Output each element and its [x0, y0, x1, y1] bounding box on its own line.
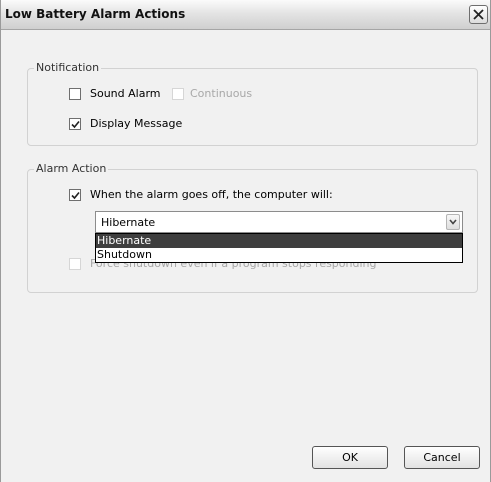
continuous-checkbox[interactable] [172, 88, 184, 100]
run-action-checkbox[interactable] [69, 189, 81, 201]
checkmark-icon [71, 120, 80, 129]
action-select[interactable]: Hibernate [95, 211, 463, 233]
display-message-checkbox[interactable] [69, 118, 81, 130]
action-select-dropdown: Hibernate Shutdown [95, 233, 463, 263]
cancel-button[interactable]: Cancel [404, 446, 480, 469]
ok-button[interactable]: OK [312, 446, 388, 469]
sound-alarm-checkbox[interactable] [69, 88, 81, 100]
notification-group: Notification [27, 61, 478, 146]
continuous-label[interactable]: Continuous [190, 87, 252, 100]
action-select-value: Hibernate [101, 216, 156, 229]
checkmark-icon [71, 191, 80, 200]
alarm-action-group-title: Alarm Action [34, 162, 109, 175]
action-select-arrow[interactable] [446, 214, 460, 230]
dropdown-option-hibernate[interactable]: Hibernate [96, 234, 462, 248]
dropdown-option-shutdown[interactable]: Shutdown [96, 248, 462, 262]
display-message-label[interactable]: Display Message [90, 117, 182, 130]
title-bar: Low Battery Alarm Actions [1, 0, 490, 30]
close-icon [473, 9, 484, 20]
force-shutdown-checkbox[interactable] [69, 258, 81, 270]
notification-group-title: Notification [34, 61, 102, 74]
sound-alarm-label[interactable]: Sound Alarm [90, 87, 161, 100]
window-title: Low Battery Alarm Actions [5, 7, 186, 21]
chevron-down-icon [449, 219, 457, 225]
dialog-window: Low Battery Alarm Actions Notification S… [0, 0, 491, 482]
run-action-label[interactable]: When the alarm goes off, the computer wi… [90, 188, 333, 201]
close-button[interactable] [469, 5, 488, 24]
